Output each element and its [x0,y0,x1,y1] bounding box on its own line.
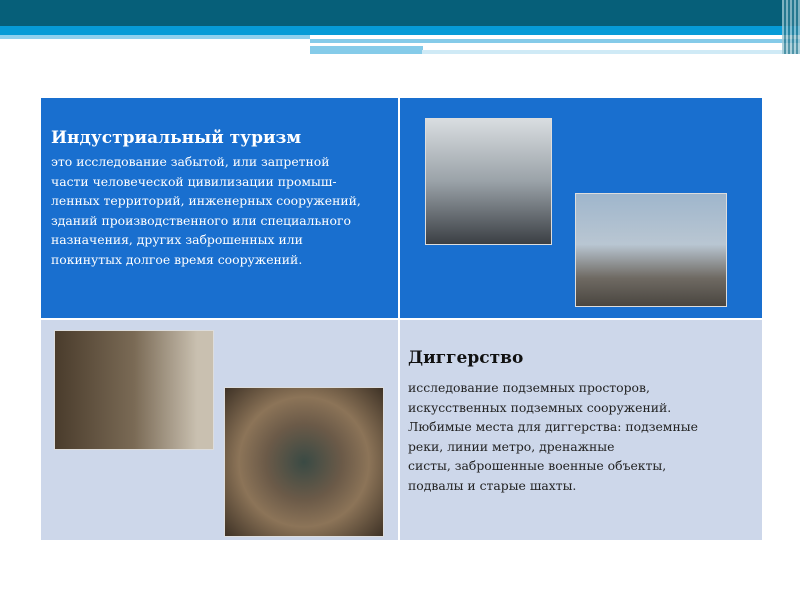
pipe-tunnel-photo [224,387,384,537]
sewer-tunnel-photo [54,330,214,450]
header-stripe [310,46,423,54]
digging-text: исследование подземных просторов, искусс… [408,380,698,493]
header-band [0,0,800,26]
digging-title: Диггерство [408,348,524,368]
content-table: Индустриальный туризм это исследование з… [40,97,763,541]
industrial-tourism-cell: Индустриальный туризм это исследование з… [41,98,400,320]
header-band-light [0,26,800,35]
city-cathedral-photo [575,193,727,307]
industrial-tourism-text: это исследование забытой, или запретной … [51,154,361,267]
digging-images-cell [41,320,400,540]
header-stripe [0,35,310,39]
digging-cell: Диггерство исследование подземных просто… [400,320,762,540]
gas-mask-photo [425,118,552,245]
industrial-images-cell [400,98,762,320]
header-stripe [422,50,800,54]
header-decoration [782,0,800,54]
header-stripe [310,39,800,43]
industrial-tourism-title: Индустриальный туризм [51,128,302,148]
